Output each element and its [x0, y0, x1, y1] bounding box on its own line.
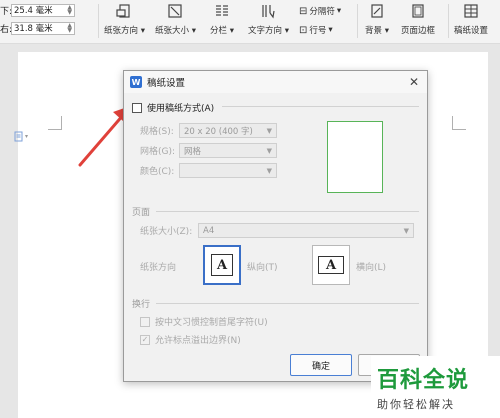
- page-border-button[interactable]: 页面边框: [401, 2, 435, 36]
- landscape-glyph: A: [325, 257, 337, 273]
- margin-right-row: 右: 31.8 毫米 ▲ ▼: [0, 21, 75, 35]
- spec-value: 20 x 20 (400 字): [184, 126, 253, 137]
- breaks-icon: ⊟: [299, 5, 308, 17]
- portrait-glyph: A: [216, 257, 228, 273]
- allow-punct-checkbox[interactable]: ✓: [140, 334, 150, 345]
- landscape-label: 横向(L): [356, 263, 387, 273]
- grid-select[interactable]: 网格 ▼: [179, 143, 277, 158]
- background-button[interactable]: 背景 ▾: [365, 2, 389, 36]
- close-icon[interactable]: ✕: [409, 75, 419, 89]
- use-manuscript-label: 使用稿纸方式(A): [147, 104, 215, 114]
- wrap-group-label: 换行: [132, 300, 151, 310]
- chevron-down-icon: ▼: [266, 166, 272, 175]
- wrap-group-header: 换行: [132, 297, 419, 310]
- manuscript-settings-dialog: W 稿纸设置 ✕ 使用稿纸方式(A) 规格(S): 20 x 20 (400 字…: [123, 70, 428, 382]
- landscape-option[interactable]: A: [312, 245, 350, 285]
- grid-row: 网格(G): 网格 ▼: [140, 143, 277, 158]
- page-border-icon: [409, 2, 427, 20]
- ribbon-separator: [98, 4, 99, 38]
- spec-label: 规格(S):: [140, 127, 174, 137]
- crop-mark: [452, 116, 466, 130]
- background-icon: [368, 2, 386, 20]
- paper-size-row: 纸张大小(Z): A4 ▼: [140, 223, 414, 238]
- breaks-button[interactable]: ⊟ 分隔符 ▾: [299, 5, 341, 18]
- doc-paragraph-icon[interactable]: ▾: [14, 131, 28, 142]
- manuscript-grid-icon: [462, 2, 480, 20]
- orientation-label: 纸张方向: [104, 26, 139, 36]
- page-group-label: 页面: [132, 208, 151, 218]
- columns-label: 分栏: [210, 26, 228, 36]
- use-manuscript-checkbox[interactable]: [132, 102, 142, 113]
- orientation-label: 纸张方向: [140, 263, 177, 273]
- columns-button[interactable]: 分栏 ▾: [210, 2, 234, 36]
- spec-row: 规格(S): 20 x 20 (400 字) ▼: [140, 123, 277, 138]
- use-manuscript-row[interactable]: 使用稿纸方式(A): [132, 101, 214, 114]
- grid-value: 网格: [184, 146, 202, 157]
- landscape-page-icon: A: [318, 256, 344, 274]
- paper-size-label: 纸张大小: [155, 26, 190, 36]
- allow-punct-label: 允许标点溢出边界(N): [155, 336, 241, 346]
- page-group-header: 页面: [132, 205, 419, 218]
- baike-watermark: 百科全说 助你轻松解决: [371, 356, 500, 418]
- line-numbers-icon: ⊡: [299, 24, 308, 36]
- manuscript-settings-label: 稿纸设置: [454, 26, 489, 36]
- chevron-down-icon: ▼: [403, 226, 409, 235]
- allow-punct-row[interactable]: ✓ 允许标点溢出边界(N): [140, 333, 241, 346]
- watermark-title: 百科全说: [377, 368, 470, 393]
- cjk-control-row[interactable]: 按中文习惯控制首尾字符(U): [140, 315, 268, 328]
- paper-size-select[interactable]: A4 ▼: [198, 223, 414, 238]
- watermark-subtitle: 助你轻松解决: [377, 398, 455, 411]
- color-label: 颜色(C):: [140, 167, 175, 177]
- page-orientation-icon: [115, 2, 133, 20]
- margin-bottom-input[interactable]: 25.4 毫米 ▲ ▼: [11, 3, 75, 17]
- ok-button[interactable]: 确定: [290, 354, 352, 376]
- breaks-label: 分隔符: [309, 7, 335, 17]
- paper-size-button[interactable]: 纸张大小 ▾: [155, 2, 196, 36]
- ribbon-separator: [357, 4, 358, 38]
- cjk-control-checkbox[interactable]: [140, 316, 150, 327]
- ribbon-toolbar: 下: 25.4 毫米 ▲ ▼ 右: 31.8 毫米 ▲ ▼ 纸张方向 ▾ 纸张大小 …: [0, 0, 500, 44]
- line-numbers-label: 行号: [309, 26, 327, 36]
- ribbon-separator: [448, 4, 449, 38]
- spin-arrows-icon[interactable]: ▲ ▼: [67, 23, 72, 34]
- dialog-titlebar[interactable]: W 稿纸设置 ✕: [124, 71, 427, 93]
- portrait-page-icon: A: [211, 254, 233, 276]
- margin-right-label: 右:: [0, 24, 13, 35]
- grid-label: 网格(G):: [140, 147, 176, 157]
- paper-size-icon: [166, 2, 184, 20]
- text-direction-icon: [259, 2, 277, 20]
- spin-arrows-icon[interactable]: ▲ ▼: [67, 5, 72, 16]
- margin-right-value: 31.8 毫米: [14, 24, 53, 34]
- chevron-down-icon: ▼: [266, 146, 272, 155]
- portrait-option[interactable]: A: [203, 245, 241, 285]
- manuscript-preview: [327, 121, 383, 193]
- color-select[interactable]: ▼: [179, 163, 277, 178]
- crop-mark: [48, 116, 62, 130]
- color-row: 颜色(C): ▼: [140, 163, 277, 178]
- portrait-label: 纵向(T): [247, 263, 278, 273]
- wps-logo-icon: W: [130, 76, 142, 88]
- spec-select[interactable]: 20 x 20 (400 字) ▼: [179, 123, 277, 138]
- background-label: 背景: [365, 26, 383, 36]
- paper-size-value: A4: [203, 225, 215, 236]
- margin-bottom-value: 25.4 毫米: [14, 6, 53, 16]
- margin-bottom-label: 下:: [0, 6, 13, 17]
- line-numbers-button[interactable]: ⊡ 行号 ▾: [299, 24, 333, 37]
- paper-size-label: 纸张大小(Z):: [140, 227, 193, 237]
- group-divider: [222, 106, 419, 107]
- orientation-button[interactable]: 纸张方向 ▾: [104, 2, 145, 36]
- cjk-control-label: 按中文习惯控制首尾字符(U): [155, 318, 268, 328]
- text-direction-label: 文字方向: [248, 26, 283, 36]
- columns-icon: [213, 2, 231, 20]
- chevron-down-icon: ▼: [266, 126, 272, 135]
- dialog-title: 稿纸设置: [147, 78, 186, 89]
- manuscript-settings-button[interactable]: 稿纸设置: [454, 2, 488, 36]
- margin-bottom-row: 下: 25.4 毫米 ▲ ▼: [0, 3, 75, 17]
- text-direction-button[interactable]: 文字方向 ▾: [248, 2, 289, 36]
- page-border-label: 页面边框: [401, 26, 436, 36]
- margin-right-input[interactable]: 31.8 毫米 ▲ ▼: [11, 21, 75, 35]
